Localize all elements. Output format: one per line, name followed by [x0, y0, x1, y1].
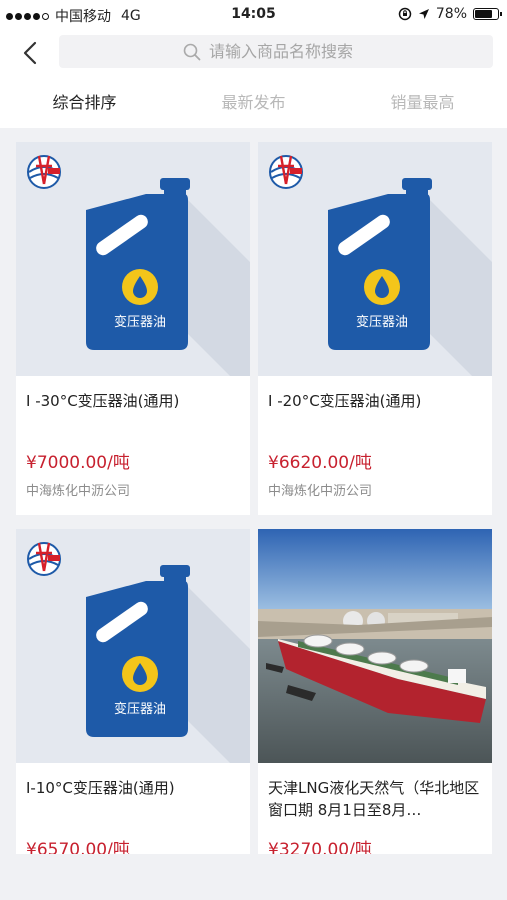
location-arrow-icon — [418, 9, 429, 19]
oil-badge-text: 变压器油 — [114, 701, 166, 717]
oil-badge-text: 变压器油 — [356, 314, 408, 330]
product-image — [258, 529, 492, 763]
battery-icon — [473, 8, 502, 20]
product-title: I-10°C变压器油(通用) — [26, 779, 175, 797]
product-company: 中海炼化中沥公司 — [268, 484, 373, 499]
status-right: 78% — [398, 6, 502, 22]
product-title: 天津LNG液化天然气（华北地区 窗口期 8月1日至8月… — [268, 779, 480, 819]
cnooc-logo — [27, 542, 61, 576]
search-bar[interactable] — [59, 35, 493, 68]
battery-percent: 78% — [435, 6, 467, 22]
back-arrow-icon — [23, 41, 37, 65]
search-header — [0, 30, 507, 78]
oil-badge-text: 变压器油 — [114, 314, 166, 330]
search-icon — [183, 43, 201, 60]
product-price: ¥7000.00/吨 — [26, 453, 130, 473]
oil-can-icon: 变压器油 — [269, 155, 492, 376]
product-price: ¥6570.00/吨 — [26, 840, 130, 854]
search-input[interactable] — [209, 42, 369, 61]
status-bar: 中国移动 4G 14:05 78% — [0, 0, 507, 30]
tab-comprehensive[interactable]: 综合排序 — [0, 78, 169, 128]
lng-ship-photo — [258, 529, 492, 763]
oil-can-icon: 变压器油 — [27, 155, 250, 376]
orientation-lock-icon — [398, 7, 412, 21]
product-image: 变压器油 — [258, 142, 492, 376]
cnooc-logo — [269, 155, 303, 189]
product-card[interactable]: 变压器油 I -20°C变压器油(通用) ¥6620.00/吨 中海炼化中沥公司 — [258, 142, 492, 515]
product-title: I -20°C变压器油(通用) — [268, 392, 422, 410]
battery-fill — [475, 10, 493, 18]
cnooc-logo — [27, 155, 61, 189]
product-company: 中海炼化中沥公司 — [26, 484, 131, 499]
product-price: ¥6620.00/吨 — [268, 453, 372, 473]
tab-newest[interactable]: 最新发布 — [169, 78, 338, 128]
oil-can-icon: 变压器油 — [27, 542, 250, 763]
sort-tabs: 综合排序 最新发布 销量最高 — [0, 78, 507, 128]
back-button[interactable] — [16, 38, 46, 68]
product-card[interactable]: 变压器油 I-10°C变压器油(通用) ¥6570.00/吨 — [16, 529, 250, 854]
product-card[interactable]: 天津LNG液化天然气（华北地区 窗口期 8月1日至8月… ¥3270.00/吨 — [258, 529, 492, 854]
product-image: 变压器油 — [16, 142, 250, 376]
tab-best-selling[interactable]: 销量最高 — [338, 78, 507, 128]
product-image: 变压器油 — [16, 529, 250, 763]
product-price: ¥3270.00/吨 — [268, 840, 372, 854]
product-title: I -30°C变压器油(通用) — [26, 392, 180, 410]
product-card[interactable]: 变压器油 I -30°C变压器油(通用) ¥7000.00/吨 中海炼化中沥公司 — [16, 142, 250, 515]
